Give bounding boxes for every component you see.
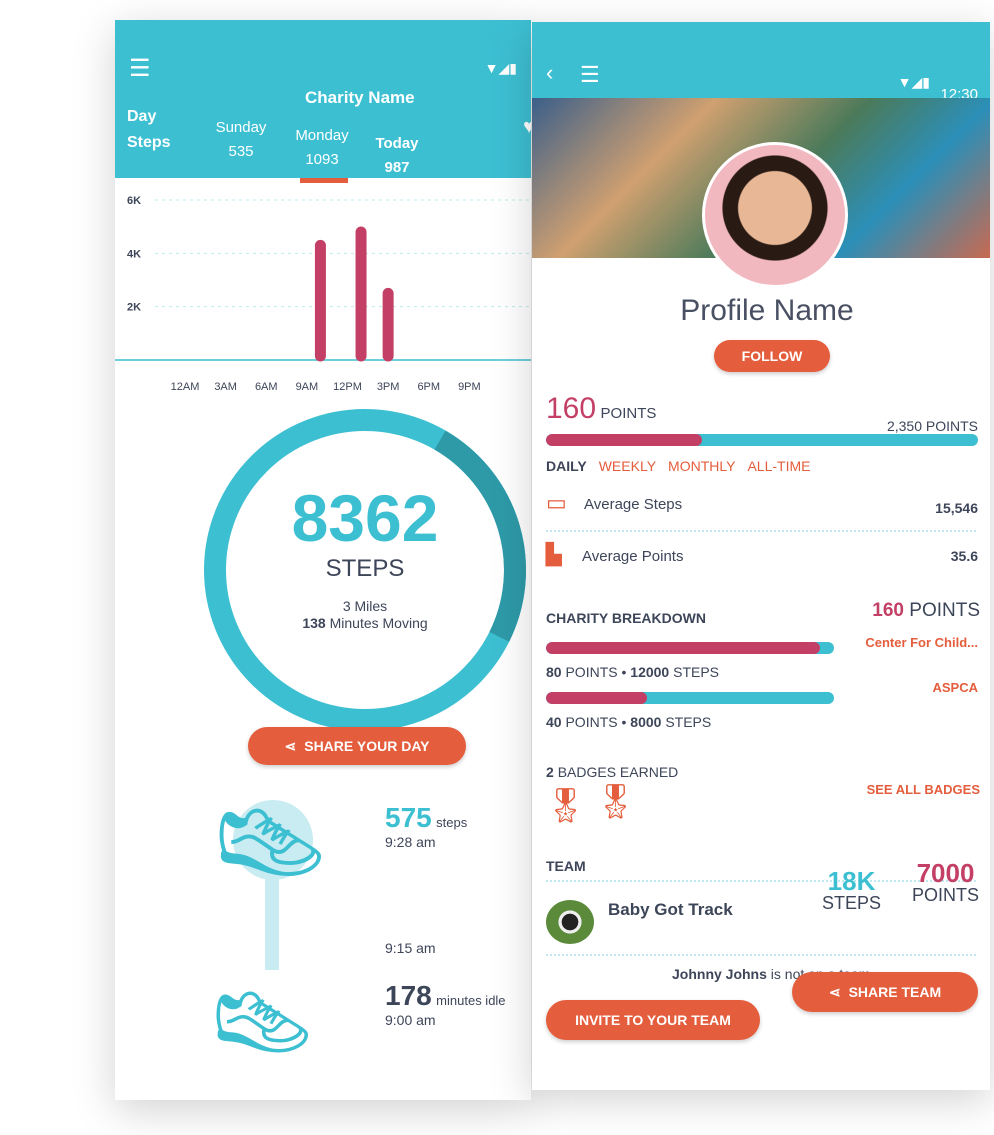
minutes-moving: 138 Minutes Moving [302,615,428,631]
charity-breakdown-title: CHARITY BREAKDOWN [546,610,706,626]
share-icon: ⋖ [284,737,297,754]
day-tab-today[interactable]: Today 987 [369,132,425,180]
status-icons: ▼◢▮ [484,60,517,76]
share-icon: ⋖ [828,983,841,1000]
badge-icon: 🎖︎ [594,783,638,821]
x-tick-label: 12PM [333,381,362,393]
tab-weekly[interactable]: WEEKLY [599,458,656,474]
share-team-button[interactable]: ⋖ SHARE TEAM [792,972,978,1012]
tab-monthly[interactable]: MONTHLY [668,458,735,474]
follow-button[interactable]: FOLLOW [714,340,830,372]
points-goal: 2,350 POINTS [886,418,978,434]
charity-stats: 80 POINTS • 12000 STEPS [546,664,720,680]
status-bar: ‹ ☰ ▼◢▮ 12:30 [532,22,990,103]
activity-screen: ☰ ▼◢▮ Charity Name Day Steps Sunday 535 Mo… [115,20,531,1100]
team-name[interactable]: Baby Got Track [608,900,733,920]
charity-total: 160 POINTS [872,600,980,621]
timeline-time: 9:15 am [385,940,436,956]
y-tick-label: 6K [127,195,141,207]
charity-name[interactable]: ASPCA [932,680,978,695]
team-steps: 18K STEPS [822,866,882,913]
running-shoe-icon: 👟︎ [207,789,334,901]
steps-total: 8362 [291,481,439,555]
badges-earned: 2 BADGES EARNED [546,764,679,780]
stat-average-steps: ▭ Average Steps 15,546 [546,490,978,516]
share-day-button[interactable]: ⋖ SHARE YOUR DAY [248,727,466,765]
period-tabs: DAILY WEEKLY MONTHLY ALL-TIME [546,458,810,474]
day-tab-sunday[interactable]: Sunday 535 [211,116,271,164]
tab-all-time[interactable]: ALL-TIME [747,458,810,474]
profile-name: Profile Name [680,294,854,327]
menu-icon[interactable]: ☰ [580,64,600,86]
steps-chart: 6K 4K 2K 12AM 3AM 6AM 9AM 12PM 3PM 6PM 9PM [115,195,531,393]
row-label: Day Steps [127,108,171,151]
team-avatar [546,900,594,944]
header: ☰ ▼◢▮ Charity Name Day Steps Sunday 535 Mo… [115,20,531,178]
x-tick-label: 6AM [255,381,278,393]
steps-label: STEPS [325,555,405,582]
day-tab-monday[interactable]: Monday 1093 [291,124,353,172]
x-tick-label: 9AM [296,381,319,393]
profile-screen: ‹ ☰ ▼◢▮ 12:30 Profile Name FOLLOW 160 PO… [532,22,990,1090]
charity-bar [546,692,834,704]
shoe-icon: 👟︎ [205,975,320,1075]
menu-icon[interactable]: ☰ [129,57,151,81]
timeline-entry: 575 steps 9:28 am [385,802,468,850]
divider [546,530,976,532]
invite-to-team-button[interactable]: INVITE TO YOUR TEAM [546,1000,760,1040]
avatar [702,142,848,288]
charity-bar [546,642,834,654]
charity-name[interactable]: Center For Child... [865,635,978,650]
team-points: 7000 POINTS [912,858,980,905]
x-tick-label: 6PM [417,381,440,393]
points-total: 160 POINTS [546,392,657,425]
divider [546,954,976,956]
y-tick-label: 2K [127,302,141,314]
back-icon[interactable]: ‹ [546,62,553,84]
x-tick-label: 3PM [377,381,400,393]
bar-chart-icon: ▙ [546,544,562,566]
timeline-entry: 178 minutes idle 9:00 am [385,980,506,1028]
team-title: TEAM [546,858,586,874]
miles: 3 Miles [342,598,388,614]
badge-icon: 🎖︎ [544,787,588,825]
x-tick-label: 3AM [214,381,237,393]
charity-title: Charity Name [305,88,415,107]
calendar-icon: ▭ [546,490,567,515]
tab-daily[interactable]: DAILY [546,458,587,474]
heart-icon[interactable]: ♥ [523,116,531,139]
see-all-badges-link[interactable]: SEE ALL BADGES [867,782,980,797]
charity-stats: 40 POINTS • 8000 STEPS [546,714,712,730]
x-tick-label: 9PM [458,381,481,393]
stat-average-points: ▙ Average Points 35.6 [546,544,978,566]
y-tick-label: 4K [127,248,141,260]
points-progress-bar [546,434,978,446]
status-icons: ▼◢▮ [897,74,930,90]
x-tick-label: 12AM [171,381,200,393]
